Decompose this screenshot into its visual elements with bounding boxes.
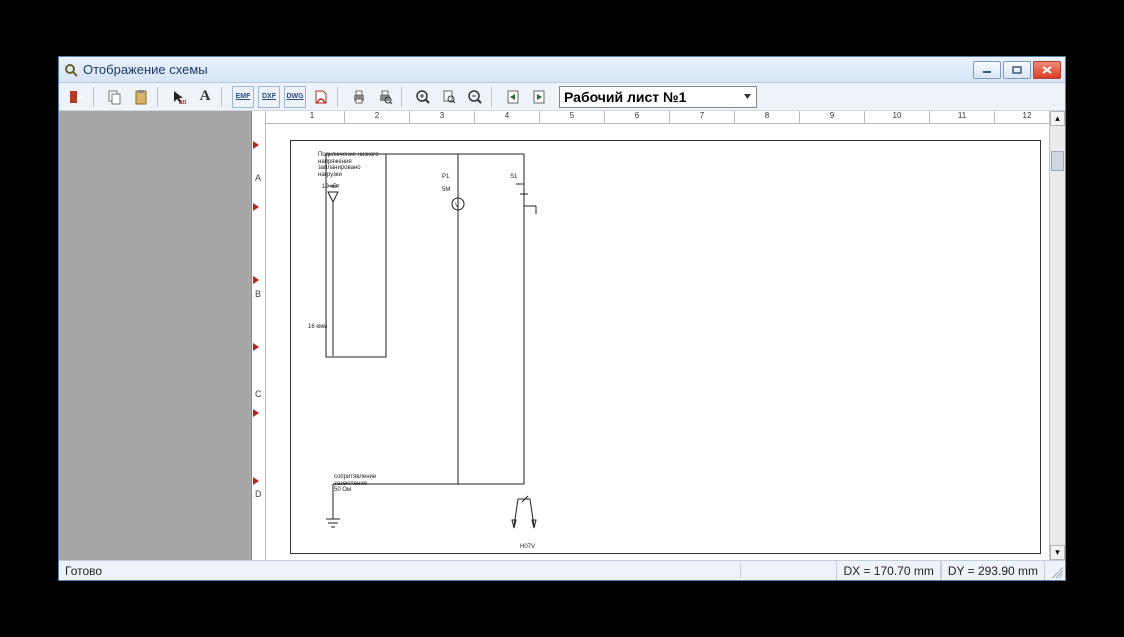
ground-note: сопритявление заземления 50 Ом — [334, 474, 394, 494]
wire-gauge-label: 16 кмм — [308, 324, 327, 331]
p1-label: P1 — [442, 174, 449, 181]
note-top: Подключение низкого напряжения запланиро… — [318, 152, 386, 178]
row-marker — [253, 409, 259, 417]
resize-grip[interactable] — [1049, 564, 1063, 578]
col-cell: 6 — [605, 111, 670, 123]
next-sheet-button[interactable] — [527, 85, 551, 109]
export-emf-button[interactable]: EMF — [231, 85, 255, 109]
close-button[interactable] — [1033, 61, 1061, 79]
row-marker — [253, 276, 259, 284]
row-marker — [253, 203, 259, 211]
col-cell: 12 — [995, 111, 1049, 123]
col-cell: 4 — [475, 111, 540, 123]
row-label-b: B — [255, 289, 261, 299]
drawing-area: A B C D 1 2 3 4 5 6 7 — [251, 111, 1065, 560]
print-preview-button[interactable] — [373, 85, 397, 109]
col-cell: 11 — [930, 111, 995, 123]
col-cell: 3 — [410, 111, 475, 123]
maximize-button[interactable] — [1003, 61, 1031, 79]
scroll-up-button[interactable]: ▴ — [1050, 111, 1065, 126]
exit-button[interactable] — [65, 85, 89, 109]
left-panel — [59, 111, 251, 560]
power-label: 12 кВт — [322, 184, 340, 191]
svg-text:V: V — [455, 203, 459, 209]
row-label-c: C — [255, 389, 262, 399]
toolbar: att A EMF DXF DWG — [59, 83, 1065, 111]
col-cell: 10 — [865, 111, 930, 123]
paste-button[interactable] — [129, 85, 153, 109]
col-cell: 7 — [670, 111, 735, 123]
export-pdf-button[interactable] — [309, 85, 333, 109]
vertical-scrollbar[interactable]: ▴ ▾ — [1049, 111, 1065, 560]
text-tool-button[interactable]: A — [193, 85, 217, 109]
row-marker — [253, 343, 259, 351]
sheet-select[interactable]: Рабочий лист №1 — [559, 86, 757, 108]
col-ruler: 1 2 3 4 5 6 7 8 9 10 11 12 — [266, 111, 1049, 124]
status-dx: DX = 170.70 mm — [836, 561, 940, 580]
drawing-canvas[interactable]: 1 2 3 4 5 6 7 8 9 10 11 12 — [266, 111, 1049, 560]
col-cell: 2 — [345, 111, 410, 123]
minimize-button[interactable] — [973, 61, 1001, 79]
zoom-out-button[interactable] — [463, 85, 487, 109]
scroll-down-button[interactable]: ▾ — [1050, 545, 1065, 560]
bottom-label: H07V — [520, 544, 535, 551]
row-marker — [253, 141, 259, 149]
statusbar: Готово DX = 170.70 mm DY = 293.90 mm — [59, 560, 1065, 580]
titlebar: Отображение схемы — [59, 57, 1065, 83]
zoom-in-button[interactable] — [411, 85, 435, 109]
col-cell: 5 — [540, 111, 605, 123]
export-dxf-button[interactable]: DXF — [257, 85, 281, 109]
col-cell: 1 — [280, 111, 345, 123]
status-ready: Готово — [61, 564, 741, 578]
prev-sheet-button[interactable] — [501, 85, 525, 109]
window-title: Отображение схемы — [83, 62, 208, 77]
col-cell: 8 — [735, 111, 800, 123]
chevron-down-icon — [743, 92, 752, 101]
copy-button[interactable] — [103, 85, 127, 109]
row-marker — [253, 477, 259, 485]
pointer-attr-button[interactable]: att — [167, 85, 191, 109]
scroll-thumb[interactable] — [1051, 151, 1064, 171]
row-label-d: D — [255, 489, 262, 499]
app-icon — [63, 62, 79, 78]
col-cell: 9 — [800, 111, 865, 123]
print-button[interactable] — [347, 85, 371, 109]
zoom-page-button[interactable] — [437, 85, 461, 109]
voltmeter-sub: 5М — [442, 187, 450, 194]
status-dy: DY = 293.90 mm — [941, 561, 1045, 580]
schematic-canvas: V — [266, 124, 1049, 560]
app-window: Отображение схемы att A EMF DXF DWG — [58, 56, 1066, 581]
svg-text:att: att — [179, 100, 186, 105]
sheet-select-label: Рабочий лист №1 — [564, 89, 686, 105]
s1-label: S1 — [510, 174, 517, 181]
row-label-a: A — [255, 173, 261, 183]
row-ruler: A B C D — [252, 111, 266, 560]
export-dwg-button[interactable]: DWG — [283, 85, 307, 109]
content-area: A B C D 1 2 3 4 5 6 7 — [59, 111, 1065, 560]
